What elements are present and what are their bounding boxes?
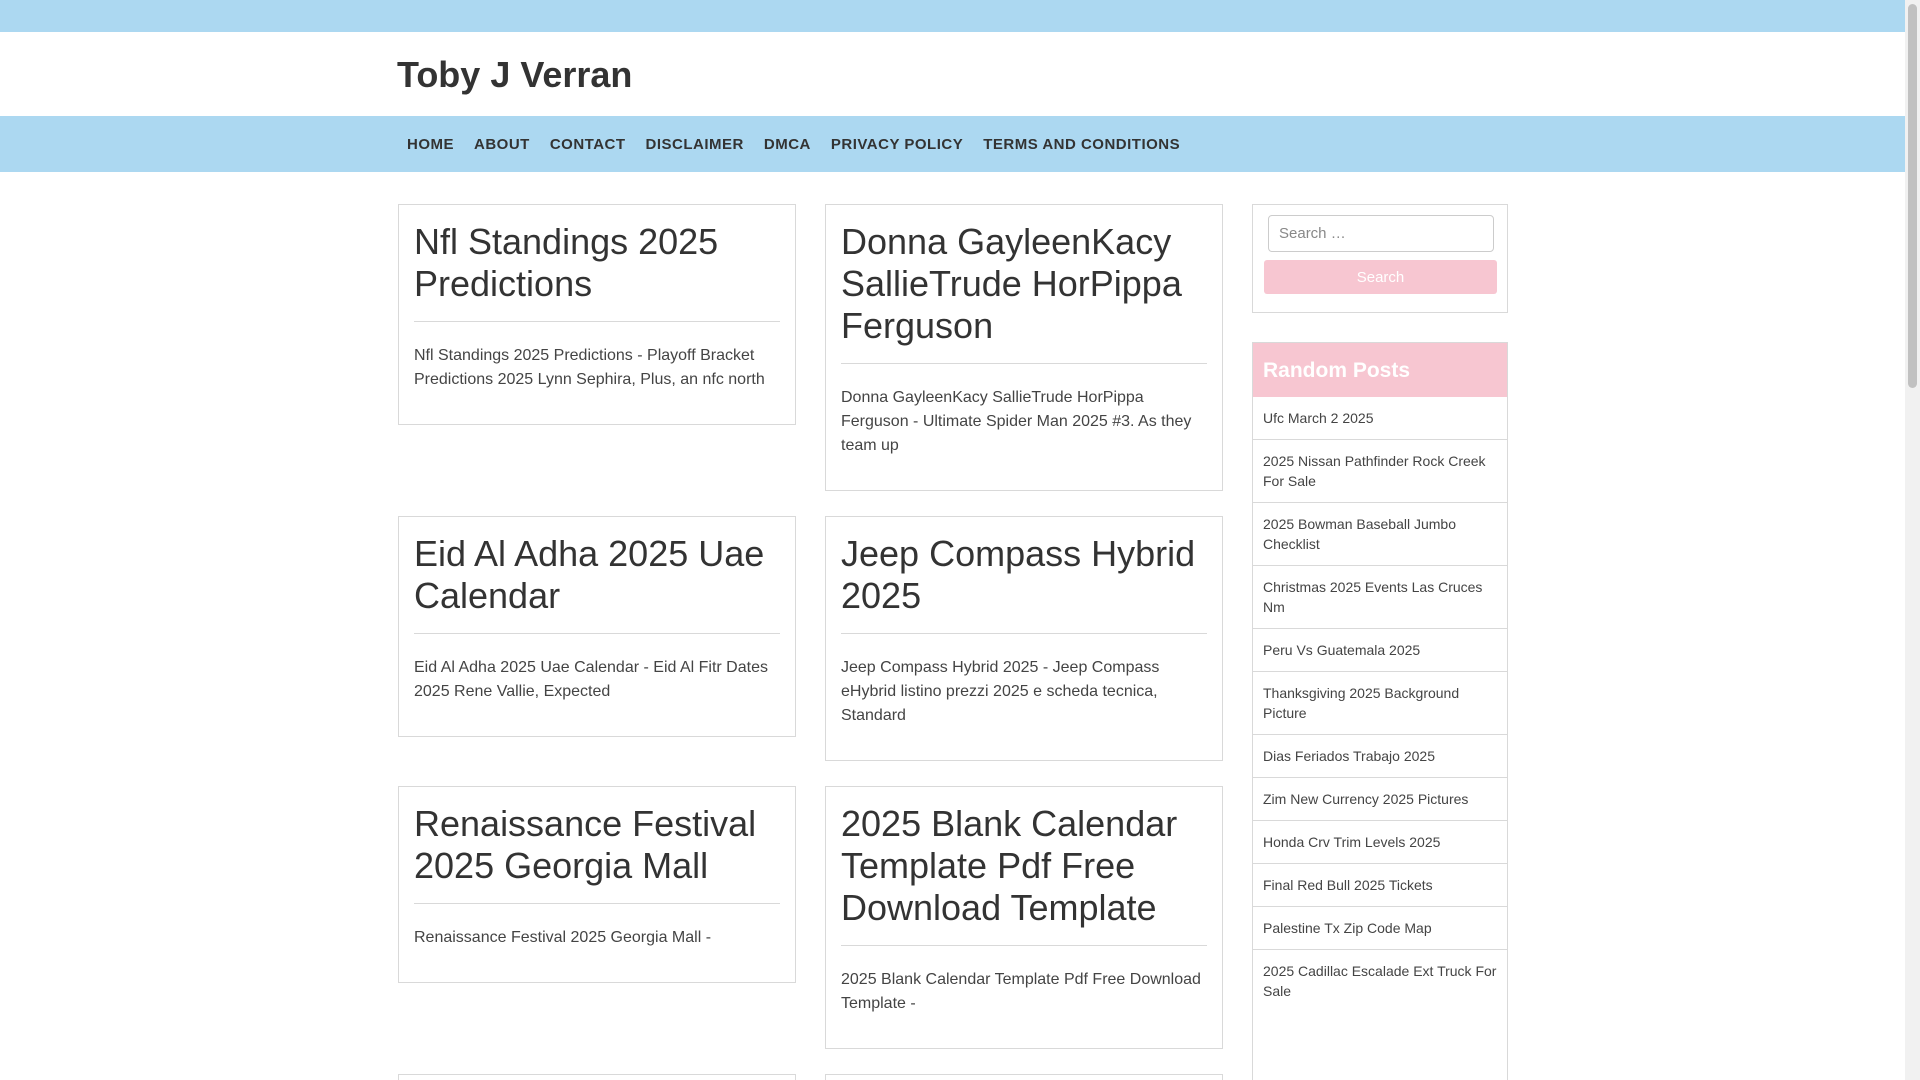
search-button[interactable]: Search (1264, 260, 1497, 294)
random-post-link[interactable]: Dias Feriados Trabajo 2025 (1253, 734, 1507, 777)
top-bar (0, 0, 1905, 32)
nav-item-contact[interactable]: CONTACT (540, 136, 636, 153)
main-navigation: HOME ABOUT CONTACT DISCLAIMER DMCA PRIVA… (0, 116, 1905, 172)
random-post-link[interactable]: Peru Vs Guatemala 2025 (1253, 628, 1507, 671)
post-card: Eid Al Adha 2025 Uae Calendar Eid Al Adh… (398, 516, 796, 737)
post-excerpt: Renaissance Festival 2025 Georgia Mall - (414, 929, 712, 946)
post-title[interactable]: Nfl Standings 2025 Predictions (414, 221, 780, 322)
nav-item-disclaimer[interactable]: DISCLAIMER (636, 136, 754, 153)
post-title[interactable]: Jeep Compass Hybrid 2025 (841, 533, 1207, 634)
page-scrollbar-thumb[interactable] (1908, 4, 1917, 388)
random-posts-list: Ufc March 2 2025 2025 Nissan Pathfinder … (1253, 397, 1507, 1012)
nav-item-terms-and-conditions[interactable]: TERMS AND CONDITIONS (973, 136, 1190, 153)
random-post-link[interactable]: Final Red Bull 2025 Tickets (1253, 863, 1507, 906)
nav-item-privacy-policy[interactable]: PRIVACY POLICY (821, 136, 973, 153)
nav-item-about[interactable]: ABOUT (464, 136, 540, 153)
post-excerpt: 2025 Blank Calendar Template Pdf Free Do… (841, 971, 1201, 1012)
post-title[interactable]: Eid Al Adha 2025 Uae Calendar (414, 533, 780, 634)
search-input[interactable] (1268, 215, 1494, 252)
post-title[interactable]: Donna GayleenKacy SallieTrude HorPippa F… (841, 221, 1207, 364)
random-posts-widget: Random Posts Ufc March 2 2025 2025 Nissa… (1252, 342, 1508, 1080)
random-post-link[interactable]: 2025 Nissan Pathfinder Rock Creek For Sa… (1253, 439, 1507, 502)
site-header: Toby J Verran (0, 32, 1905, 116)
post-card (398, 1074, 796, 1080)
post-excerpt: Donna GayleenKacy SallieTrude HorPippa F… (841, 389, 1192, 454)
random-post-link[interactable]: Ufc March 2 2025 (1253, 397, 1507, 439)
search-widget: Search (1252, 204, 1508, 313)
post-card: Renaissance Festival 2025 Georgia Mall R… (398, 786, 796, 983)
nav-item-home[interactable]: HOME (398, 136, 464, 153)
site-title[interactable]: Toby J Verran (397, 54, 632, 96)
post-excerpt: Eid Al Adha 2025 Uae Calendar - Eid Al F… (414, 659, 768, 700)
random-posts-heading: Random Posts (1253, 343, 1507, 397)
random-post-link[interactable]: Palestine Tx Zip Code Map (1253, 906, 1507, 949)
random-post-link[interactable]: Zim New Currency 2025 Pictures (1253, 777, 1507, 820)
post-card: Jeep Compass Hybrid 2025 Jeep Compass Hy… (825, 516, 1223, 761)
post-card: 2025 Blank Calendar Template Pdf Free Do… (825, 786, 1223, 1049)
post-card: Nfl Standings 2025 Predictions Nfl Stand… (398, 204, 796, 425)
nav-list: HOME ABOUT CONTACT DISCLAIMER DMCA PRIVA… (398, 116, 1190, 172)
nav-item-dmca[interactable]: DMCA (754, 136, 821, 153)
post-excerpt: Jeep Compass Hybrid 2025 - Jeep Compass … (841, 659, 1160, 724)
post-title[interactable]: 2025 Blank Calendar Template Pdf Free Do… (841, 803, 1207, 946)
random-post-link[interactable]: Thanksgiving 2025 Background Picture (1253, 671, 1507, 734)
random-post-link[interactable]: 2025 Cadillac Escalade Ext Truck For Sal… (1253, 949, 1507, 1012)
random-post-link[interactable]: Honda Crv Trim Levels 2025 (1253, 820, 1507, 863)
random-post-link[interactable]: Christmas 2025 Events Las Cruces Nm (1253, 565, 1507, 628)
post-title[interactable]: Renaissance Festival 2025 Georgia Mall (414, 803, 780, 904)
post-card: Donna GayleenKacy SallieTrude HorPippa F… (825, 204, 1223, 491)
random-post-link[interactable]: 2025 Bowman Baseball Jumbo Checklist (1253, 502, 1507, 565)
post-card (825, 1074, 1223, 1080)
post-excerpt: Nfl Standings 2025 Predictions - Playoff… (414, 347, 765, 388)
